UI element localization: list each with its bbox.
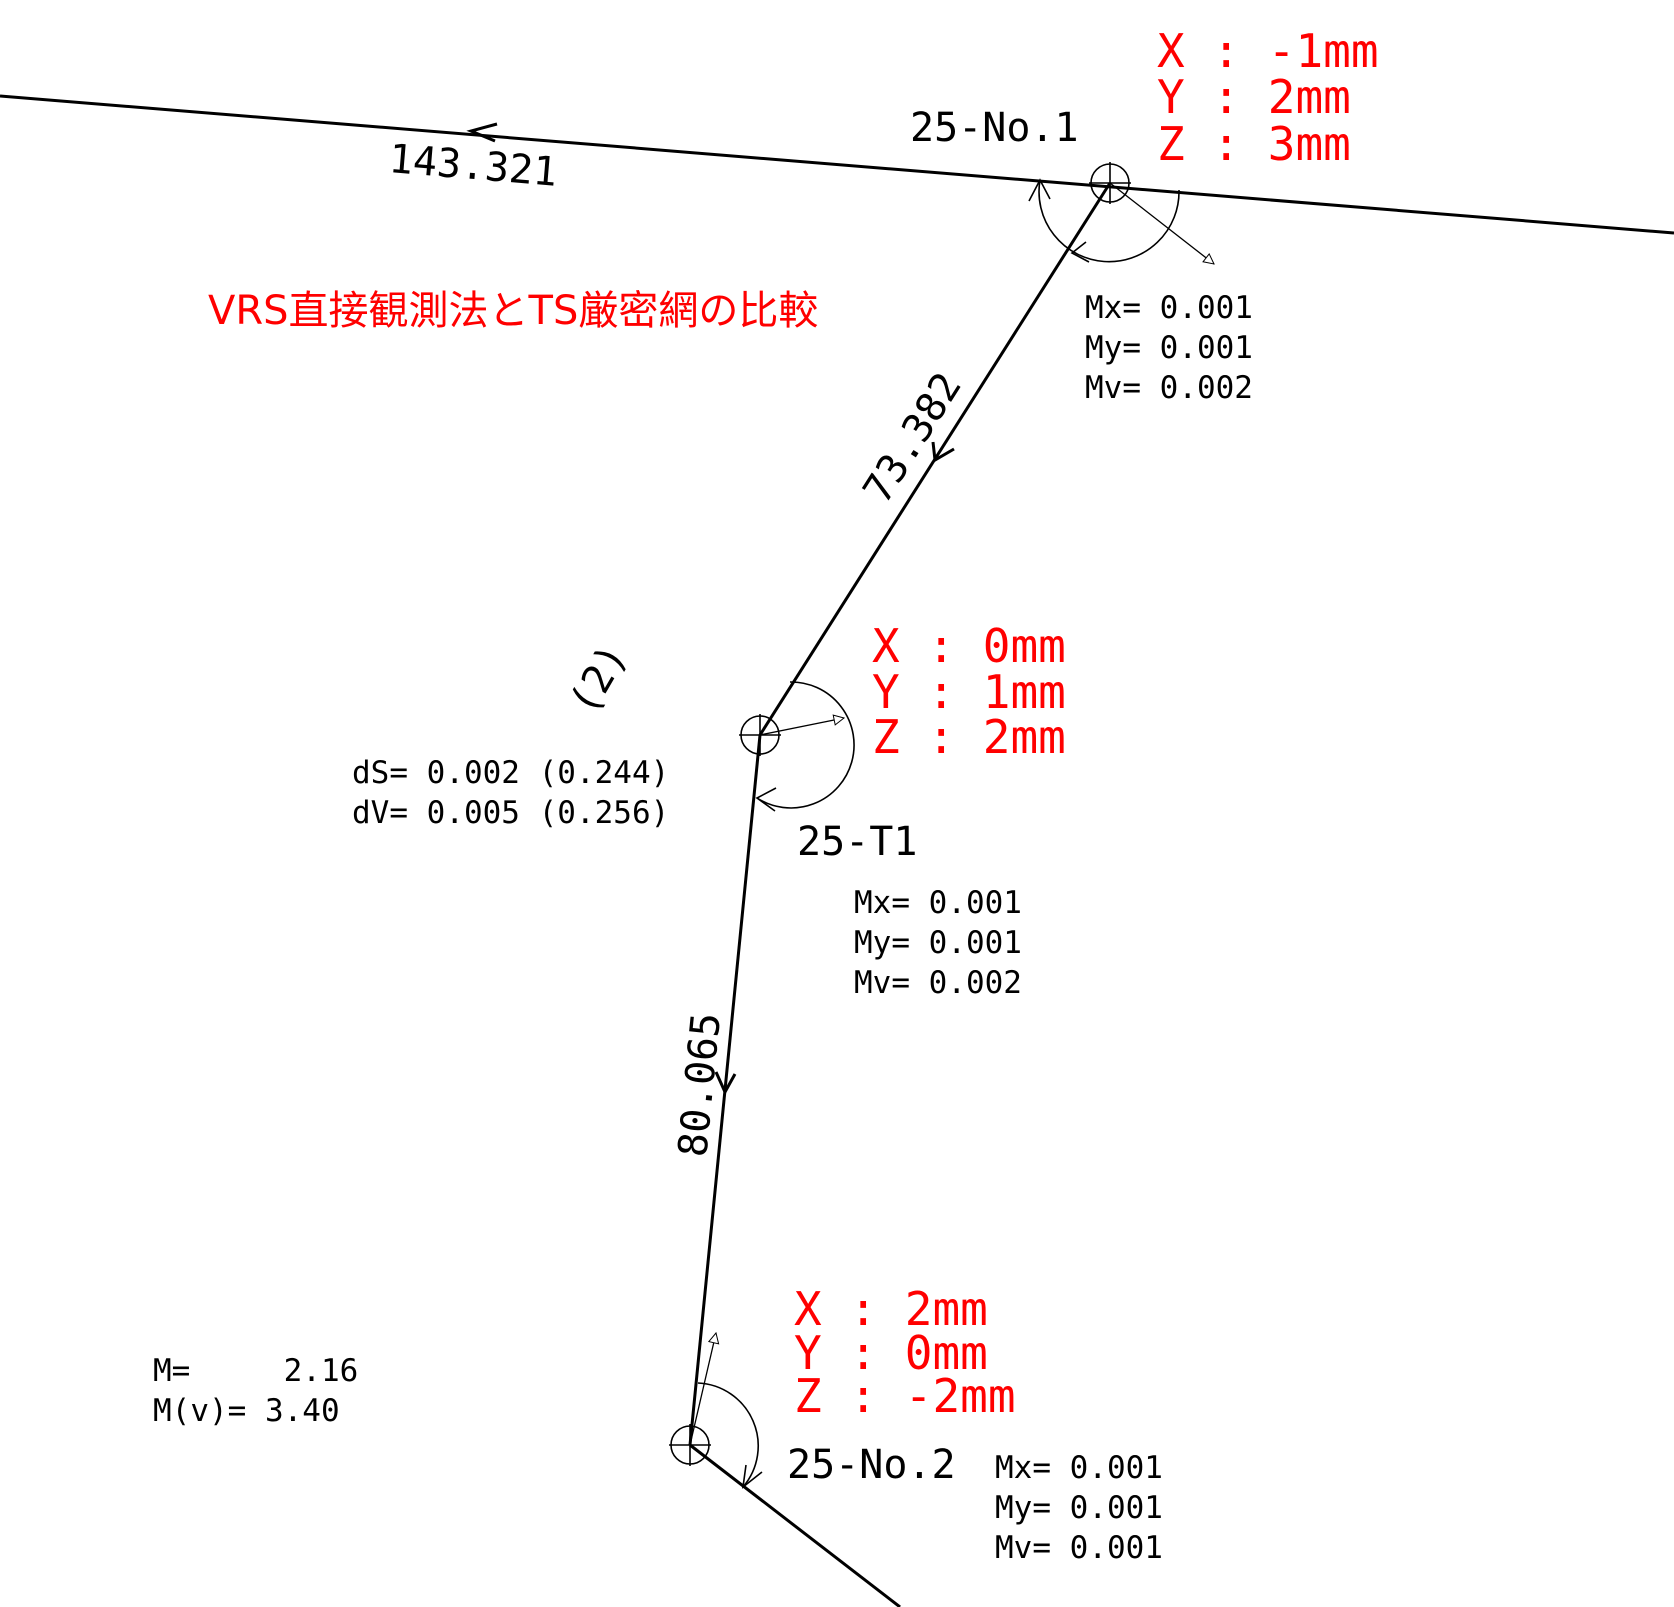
error-y-no1: Y : 2mm (1157, 70, 1351, 124)
direction-arrow-top (466, 122, 498, 143)
mx-t1: Mx= 0.001 (854, 885, 1022, 921)
station-marker-no1 (1028, 162, 1214, 264)
station-name-t1: 25-T1 (797, 819, 917, 865)
mv-no1: Mv= 0.002 (1085, 370, 1253, 406)
summary-mv: M(v)= 3.40 (153, 1393, 340, 1429)
summary-m: M= 2.16 (153, 1353, 358, 1389)
station-name-no2: 25-No.2 (787, 1442, 956, 1488)
distance-label-leg1: 73.382 (855, 365, 971, 512)
error-z-no1: Z : 3mm (1157, 117, 1351, 171)
error-z-no2: Z : -2mm (794, 1369, 1016, 1423)
network-number-label: (2) (561, 636, 637, 722)
diagram-title: VRS直接観測法とTS厳密網の比較 (208, 288, 818, 334)
station-marker-t1 (739, 681, 855, 812)
baseline-top (0, 94, 1674, 235)
my-t1: My= 0.001 (854, 925, 1022, 961)
error-z-t1: Z : 2mm (872, 710, 1066, 764)
mx-no2: Mx= 0.001 (995, 1450, 1163, 1486)
survey-network-diagram: VRS直接観測法とTS厳密網の比較 143.321 73.382 80.065 … (0, 24, 1674, 1607)
station-name-no1: 25-No.1 (910, 105, 1079, 151)
my-no2: My= 0.001 (995, 1490, 1163, 1526)
distance-label-top: 143.321 (387, 136, 559, 196)
dv-value: dV= 0.005 (0.256) (352, 795, 669, 831)
my-no1: My= 0.001 (1085, 330, 1253, 366)
mv-no2: Mv= 0.001 (995, 1530, 1163, 1566)
mx-no1: Mx= 0.001 (1085, 290, 1253, 326)
mv-t1: Mv= 0.002 (854, 965, 1022, 1001)
ds-value: dS= 0.002 (0.244) (352, 755, 669, 791)
